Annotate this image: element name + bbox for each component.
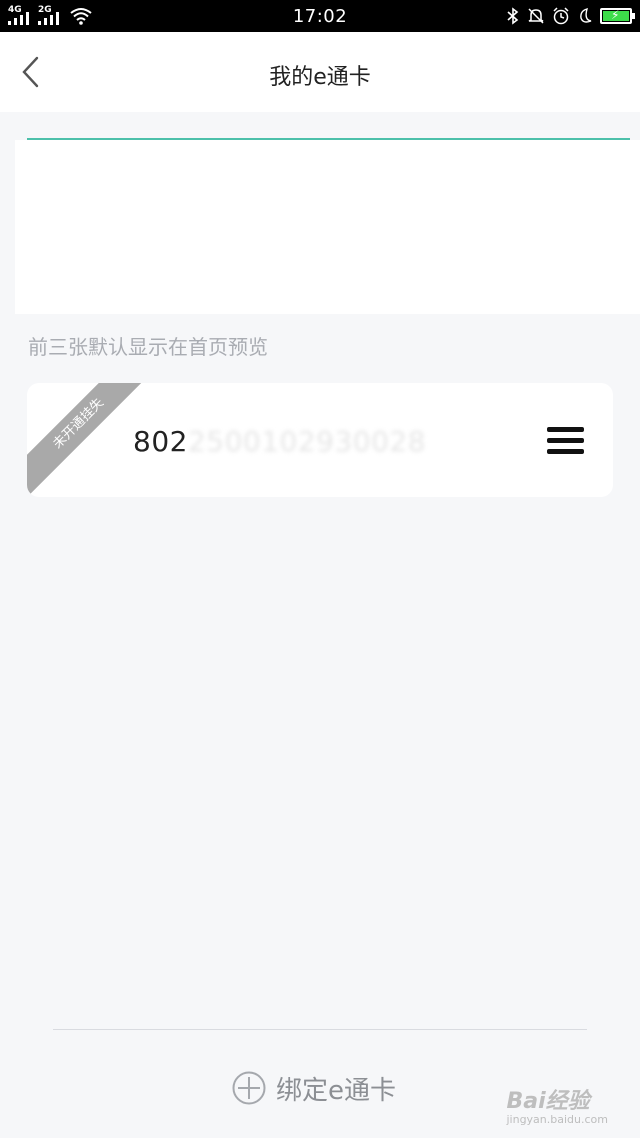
bluetooth-icon	[507, 7, 519, 25]
nav-bar: 我的e通卡	[0, 32, 640, 112]
watermark-main: Bai经验	[506, 1089, 590, 1114]
card-number-visible: 802	[133, 425, 188, 458]
card-menu-icon[interactable]	[547, 427, 584, 455]
battery-charging-icon: ⚡	[600, 8, 635, 24]
page-title: 我的e通卡	[269, 65, 371, 90]
bind-ecard-label: 绑定e通卡	[276, 1075, 396, 1106]
plus-circle-icon	[232, 1071, 266, 1105]
status-icons: ⚡	[506, 5, 635, 27]
status-bar: 4G 2G 17:02 ⚡	[0, 0, 640, 32]
preview-accent-line	[27, 138, 630, 140]
ecard-item[interactable]: 未开通挂失 8022500102930028	[27, 383, 613, 497]
moon-icon	[580, 7, 592, 23]
card-preview-area	[15, 138, 640, 314]
status-ribbon: 未开通挂失	[27, 383, 147, 497]
card-number: 8022500102930028	[133, 425, 426, 458]
bottom-divider	[53, 1029, 587, 1030]
watermark-logo: Bai经验 jingyan.baidu.com	[506, 1083, 608, 1126]
watermark-sub: jingyan.baidu.com	[506, 1113, 608, 1126]
alarm-icon	[553, 7, 569, 25]
bell-muted-icon	[528, 8, 544, 24]
preview-hint-text: 前三张默认显示在首页预览	[28, 335, 268, 359]
bind-ecard-button[interactable]: 绑定e通卡	[232, 1064, 396, 1112]
status-ribbon-label: 未开通挂失	[27, 383, 147, 497]
card-number-obscured: 2500102930028	[187, 425, 427, 458]
